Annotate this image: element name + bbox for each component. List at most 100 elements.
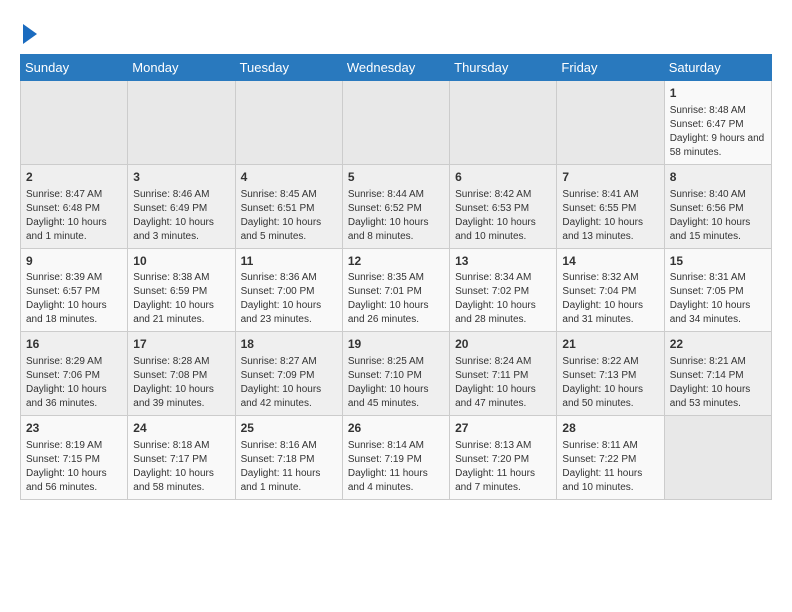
weekday-header-monday: Monday (128, 55, 235, 81)
day-number: 11 (241, 253, 337, 270)
day-number: 23 (26, 420, 122, 437)
week-row-1: 1Sunrise: 8:48 AM Sunset: 6:47 PM Daylig… (21, 81, 772, 165)
logo-triangle-icon (23, 24, 37, 44)
calendar-cell: 15Sunrise: 8:31 AM Sunset: 7:05 PM Dayli… (664, 248, 771, 332)
day-number: 28 (562, 420, 658, 437)
day-info: Sunrise: 8:14 AM Sunset: 7:19 PM Dayligh… (348, 439, 444, 495)
calendar-table: SundayMondayTuesdayWednesdayThursdayFrid… (20, 54, 772, 500)
day-number: 17 (133, 336, 229, 353)
day-info: Sunrise: 8:34 AM Sunset: 7:02 PM Dayligh… (455, 271, 551, 327)
day-info: Sunrise: 8:44 AM Sunset: 6:52 PM Dayligh… (348, 188, 444, 244)
day-number: 7 (562, 169, 658, 186)
day-number: 27 (455, 420, 551, 437)
day-number: 13 (455, 253, 551, 270)
day-info: Sunrise: 8:22 AM Sunset: 7:13 PM Dayligh… (562, 355, 658, 411)
day-info: Sunrise: 8:31 AM Sunset: 7:05 PM Dayligh… (670, 271, 766, 327)
day-number: 14 (562, 253, 658, 270)
calendar-cell: 22Sunrise: 8:21 AM Sunset: 7:14 PM Dayli… (664, 332, 771, 416)
day-info: Sunrise: 8:27 AM Sunset: 7:09 PM Dayligh… (241, 355, 337, 411)
day-info: Sunrise: 8:36 AM Sunset: 7:00 PM Dayligh… (241, 271, 337, 327)
day-number: 10 (133, 253, 229, 270)
day-info: Sunrise: 8:46 AM Sunset: 6:49 PM Dayligh… (133, 188, 229, 244)
calendar-cell: 20 Sunrise: 8:24 AM Sunset: 7:11 PM Dayli… (450, 332, 557, 416)
page-header (20, 20, 772, 44)
day-number: 15 (670, 253, 766, 270)
calendar-cell (21, 81, 128, 165)
calendar-cell (128, 81, 235, 165)
day-number: 21 (562, 336, 658, 353)
day-info: Sunrise: 8:40 AM Sunset: 6:56 PM Dayligh… (670, 188, 766, 244)
week-row-2: 2 Sunrise: 8:47 AM Sunset: 6:48 PM Daylig… (21, 164, 772, 248)
day-info: Sunrise: 8:47 AM Sunset: 6:48 PM Dayligh… (26, 188, 122, 244)
calendar-cell: 17 Sunrise: 8:28 AM Sunset: 7:08 PM Dayli… (128, 332, 235, 416)
day-number: 20 (455, 336, 551, 353)
day-info: Sunrise: 8:35 AM Sunset: 7:01 PM Dayligh… (348, 271, 444, 327)
day-info: Sunrise: 8:24 AM Sunset: 7:11 PM Dayligh… (455, 355, 551, 411)
day-number: 19 (348, 336, 444, 353)
day-info: Sunrise: 8:32 AM Sunset: 7:04 PM Dayligh… (562, 271, 658, 327)
logo (20, 20, 37, 44)
day-info: Sunrise: 8:13 AM Sunset: 7:20 PM Dayligh… (455, 439, 551, 495)
calendar-cell: 12Sunrise: 8:35 AM Sunset: 7:01 PM Dayli… (342, 248, 449, 332)
day-number: 26 (348, 420, 444, 437)
day-info: Sunrise: 8:45 AM Sunset: 6:51 PM Dayligh… (241, 188, 337, 244)
weekday-header-sunday: Sunday (21, 55, 128, 81)
day-number: 5 (348, 169, 444, 186)
day-number: 3 (133, 169, 229, 186)
week-row-3: 9Sunrise: 8:39 AM Sunset: 6:57 PM Daylig… (21, 248, 772, 332)
week-row-4: 16 Sunrise: 8:29 AM Sunset: 7:06 PM Dayli… (21, 332, 772, 416)
day-number: 16 (26, 336, 122, 353)
calendar-cell: 19 Sunrise: 8:25 AM Sunset: 7:10 PM Dayli… (342, 332, 449, 416)
calendar-cell: 6 Sunrise: 8:42 AM Sunset: 6:53 PM Daylig… (450, 164, 557, 248)
calendar-cell (664, 416, 771, 500)
day-info: Sunrise: 8:29 AM Sunset: 7:06 PM Dayligh… (26, 355, 122, 411)
calendar-cell: 23 Sunrise: 8:19 AM Sunset: 7:15 PM Dayli… (21, 416, 128, 500)
calendar-cell (450, 81, 557, 165)
day-info: Sunrise: 8:25 AM Sunset: 7:10 PM Dayligh… (348, 355, 444, 411)
day-number: 1 (670, 85, 766, 102)
calendar-cell: 21 Sunrise: 8:22 AM Sunset: 7:13 PM Dayli… (557, 332, 664, 416)
day-number: 2 (26, 169, 122, 186)
day-number: 12 (348, 253, 444, 270)
weekday-header-row: SundayMondayTuesdayWednesdayThursdayFrid… (21, 55, 772, 81)
calendar-cell: 28 Sunrise: 8:11 AM Sunset: 7:22 PM Dayli… (557, 416, 664, 500)
day-info: Sunrise: 8:39 AM Sunset: 6:57 PM Dayligh… (26, 271, 122, 327)
calendar-cell: 25 Sunrise: 8:16 AM Sunset: 7:18 PM Dayli… (235, 416, 342, 500)
weekday-header-tuesday: Tuesday (235, 55, 342, 81)
weekday-header-friday: Friday (557, 55, 664, 81)
day-info: Sunrise: 8:38 AM Sunset: 6:59 PM Dayligh… (133, 271, 229, 327)
calendar-cell: 24 Sunrise: 8:18 AM Sunset: 7:17 PM Dayli… (128, 416, 235, 500)
day-info: Sunrise: 8:41 AM Sunset: 6:55 PM Dayligh… (562, 188, 658, 244)
day-info: Sunrise: 8:16 AM Sunset: 7:18 PM Dayligh… (241, 439, 337, 495)
day-number: 9 (26, 253, 122, 270)
calendar-cell: 9Sunrise: 8:39 AM Sunset: 6:57 PM Daylig… (21, 248, 128, 332)
calendar-cell: 18 Sunrise: 8:27 AM Sunset: 7:09 PM Dayli… (235, 332, 342, 416)
calendar-cell (342, 81, 449, 165)
week-row-5: 23 Sunrise: 8:19 AM Sunset: 7:15 PM Dayli… (21, 416, 772, 500)
calendar-cell: 13Sunrise: 8:34 AM Sunset: 7:02 PM Dayli… (450, 248, 557, 332)
day-number: 25 (241, 420, 337, 437)
day-info: Sunrise: 8:28 AM Sunset: 7:08 PM Dayligh… (133, 355, 229, 411)
day-number: 8 (670, 169, 766, 186)
calendar-cell: 4Sunrise: 8:45 AM Sunset: 6:51 PM Daylig… (235, 164, 342, 248)
day-number: 24 (133, 420, 229, 437)
calendar-cell: 14Sunrise: 8:32 AM Sunset: 7:04 PM Dayli… (557, 248, 664, 332)
calendar-cell: 11Sunrise: 8:36 AM Sunset: 7:00 PM Dayli… (235, 248, 342, 332)
calendar-cell: 7 Sunrise: 8:41 AM Sunset: 6:55 PM Daylig… (557, 164, 664, 248)
weekday-header-saturday: Saturday (664, 55, 771, 81)
day-info: Sunrise: 8:18 AM Sunset: 7:17 PM Dayligh… (133, 439, 229, 495)
day-info: Sunrise: 8:42 AM Sunset: 6:53 PM Dayligh… (455, 188, 551, 244)
day-number: 6 (455, 169, 551, 186)
calendar-cell: 1Sunrise: 8:48 AM Sunset: 6:47 PM Daylig… (664, 81, 771, 165)
day-info: Sunrise: 8:19 AM Sunset: 7:15 PM Dayligh… (26, 439, 122, 495)
calendar-cell: 2 Sunrise: 8:47 AM Sunset: 6:48 PM Daylig… (21, 164, 128, 248)
calendar-cell: 5 Sunrise: 8:44 AM Sunset: 6:52 PM Daylig… (342, 164, 449, 248)
calendar-cell: 26 Sunrise: 8:14 AM Sunset: 7:19 PM Dayli… (342, 416, 449, 500)
weekday-header-thursday: Thursday (450, 55, 557, 81)
calendar-cell (557, 81, 664, 165)
day-number: 18 (241, 336, 337, 353)
calendar-cell (235, 81, 342, 165)
day-info: Sunrise: 8:11 AM Sunset: 7:22 PM Dayligh… (562, 439, 658, 495)
day-number: 22 (670, 336, 766, 353)
calendar-cell: 8 Sunrise: 8:40 AM Sunset: 6:56 PM Daylig… (664, 164, 771, 248)
